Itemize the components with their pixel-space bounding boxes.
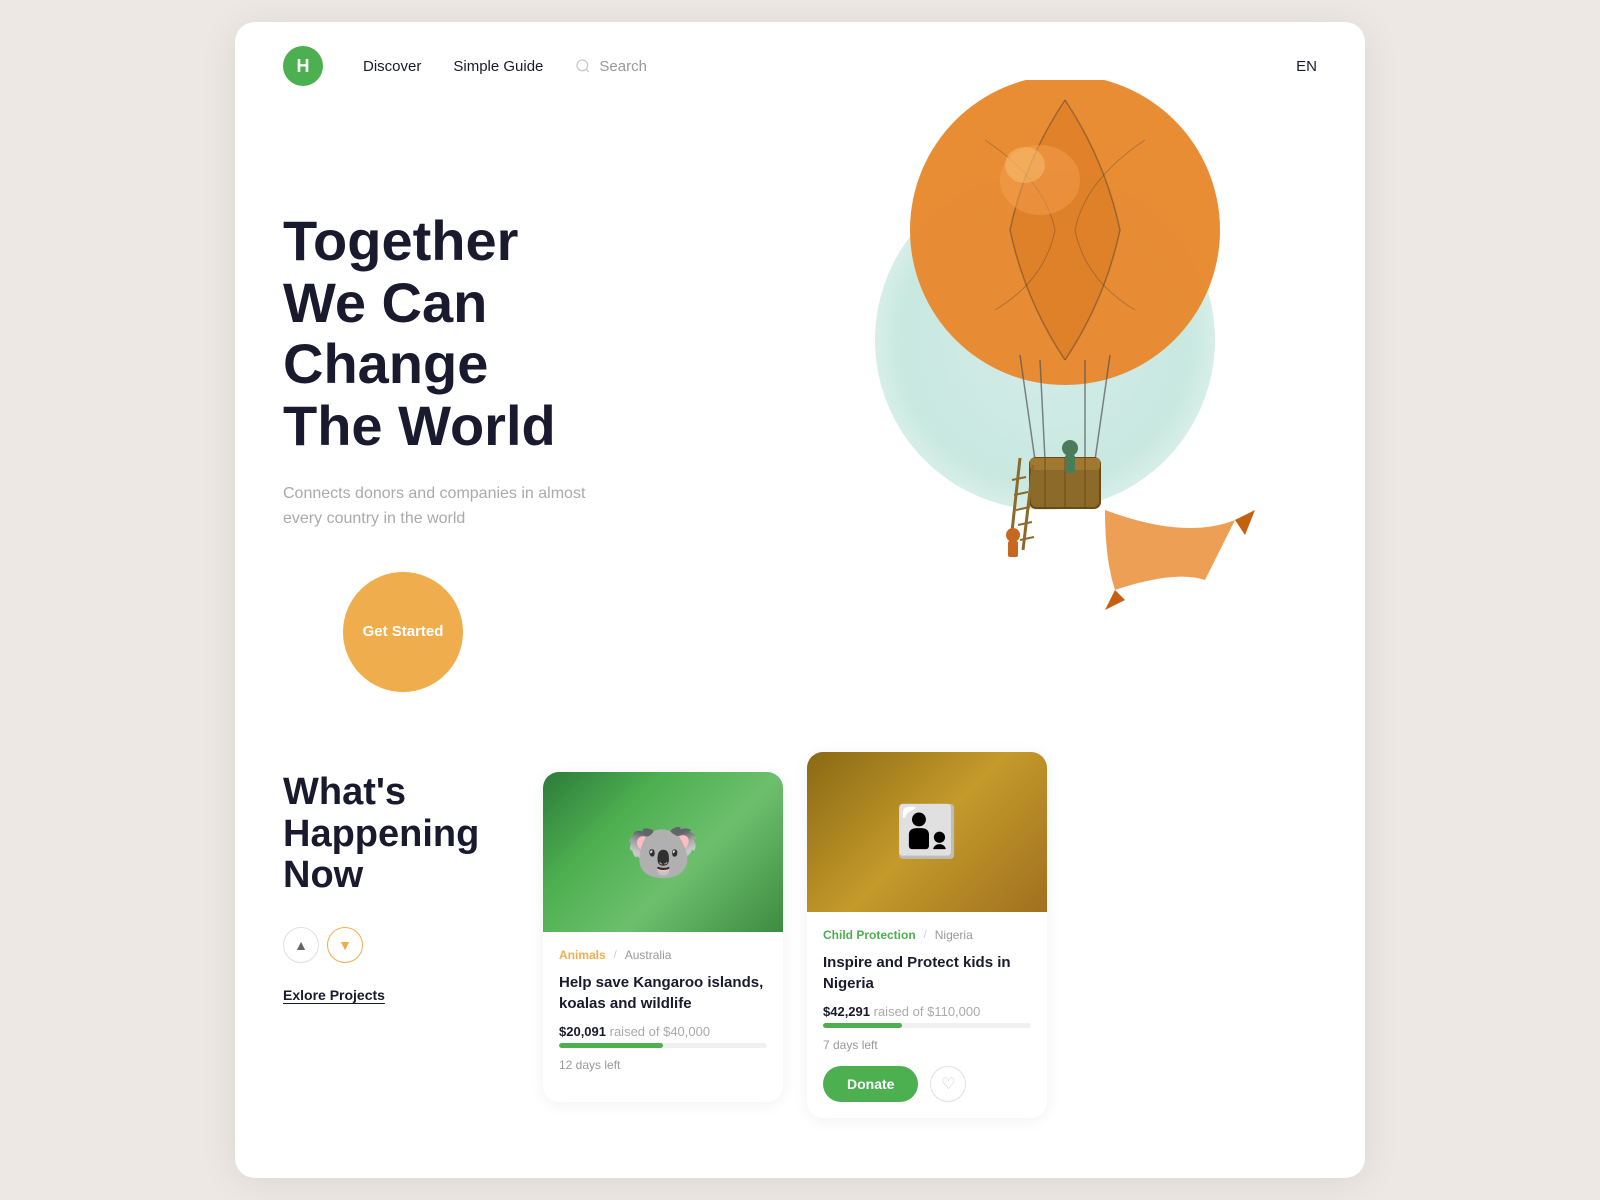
card-actions-nigeria: Donate ♡ <box>823 1066 1031 1102</box>
card-title-nigeria: Inspire and Protect kids in Nigeria <box>823 952 1031 994</box>
card-image-nigeria <box>807 752 1047 912</box>
donate-button-nigeria[interactable]: Donate <box>823 1066 918 1102</box>
hero-section: Together We Can Change The World Connect… <box>235 110 1365 752</box>
card-tags-nigeria: Child Protection / Nigeria <box>823 928 1031 942</box>
card-tag-sep: / <box>614 949 617 961</box>
project-card-koala: Animals / Australia Help save Kangaroo i… <box>543 772 783 1102</box>
nav-links: Discover Simple Guide Search <box>363 58 1296 75</box>
hero-subtitle: Connects donors and companies in almost … <box>283 481 603 532</box>
app-container: H Discover Simple Guide Search EN Togeth… <box>235 22 1365 1178</box>
carousel-down-btn[interactable]: ▼ <box>327 927 363 963</box>
explore-projects-link[interactable]: Exlore Projects <box>283 987 385 1003</box>
happening-section: What's Happening Now ▲ ▼ Exlore Projects… <box>235 752 1365 1178</box>
card-days-nigeria: 7 days left <box>823 1038 1031 1052</box>
card-image-koala <box>543 772 783 932</box>
card-country-koala: Australia <box>625 948 672 962</box>
cards-area: Animals / Australia Help save Kangaroo i… <box>543 772 1317 1118</box>
card-tag-child: Child Protection <box>823 928 916 942</box>
progress-bar-bg-koala <box>559 1043 767 1048</box>
card-tag-animals: Animals <box>559 948 606 962</box>
carousel-controls: ▲ ▼ <box>283 927 503 963</box>
heart-button-nigeria[interactable]: ♡ <box>930 1066 966 1102</box>
card-country-nigeria: Nigeria <box>935 928 973 942</box>
happening-left: What's Happening Now ▲ ▼ Exlore Projects <box>283 772 503 1005</box>
nav-discover[interactable]: Discover <box>363 58 421 75</box>
progress-bar-fill-nigeria <box>823 1023 902 1028</box>
card-tag-sep-2: / <box>924 929 927 941</box>
progress-bar-bg-nigeria <box>823 1023 1031 1028</box>
logo[interactable]: H <box>283 46 323 86</box>
search-icon <box>575 58 591 74</box>
hero-title: Together We Can Change The World <box>283 210 683 456</box>
get-started-button[interactable]: Get Started <box>343 572 463 692</box>
nav-guide[interactable]: Simple Guide <box>453 58 543 75</box>
hero-content: Together We Can Change The World Connect… <box>283 130 1317 692</box>
card-days-koala: 12 days left <box>559 1058 767 1072</box>
project-card-nigeria: Child Protection / Nigeria Inspire and P… <box>807 752 1047 1118</box>
card-body-nigeria: Child Protection / Nigeria Inspire and P… <box>807 912 1047 1118</box>
happening-title: What's Happening Now <box>283 772 503 897</box>
card-body-koala: Animals / Australia Help save Kangaroo i… <box>543 932 783 1102</box>
card-title-koala: Help save Kangaroo islands, koalas and w… <box>559 972 767 1014</box>
card-raised-koala: $20,091 raised of $40,000 <box>559 1024 767 1039</box>
nav-search[interactable]: Search <box>575 58 647 75</box>
progress-bar-fill-koala <box>559 1043 663 1048</box>
card-raised-nigeria: $42,291 raised of $110,000 <box>823 1004 1031 1019</box>
search-label: Search <box>599 58 647 75</box>
carousel-up-btn[interactable]: ▲ <box>283 927 319 963</box>
language-selector[interactable]: EN <box>1296 58 1317 75</box>
navbar: H Discover Simple Guide Search EN <box>235 22 1365 110</box>
card-tags-koala: Animals / Australia <box>559 948 767 962</box>
